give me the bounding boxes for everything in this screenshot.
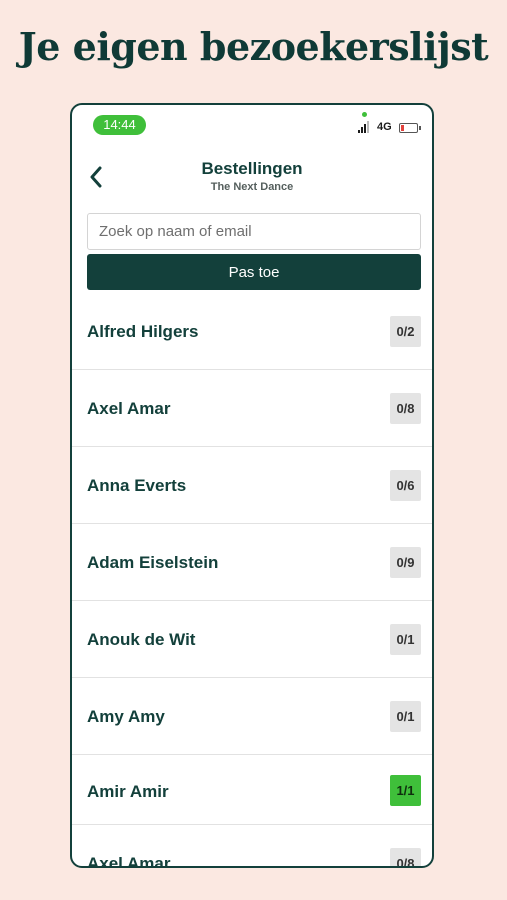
ticket-count-badge: 0/6 [390, 470, 421, 501]
order-list: Alfred Hilgers 0/2 Axel Amar 0/8 Anna Ev… [72, 293, 432, 868]
page-subtitle: The Next Dance [210, 181, 294, 193]
status-bar: 14:44 4G [72, 105, 432, 145]
headline: Je eigen bezoekerslijst [18, 24, 489, 69]
customer-name: Alfred Hilgers [87, 322, 199, 341]
list-item[interactable]: Amy Amy 0/1 [72, 678, 432, 755]
ticket-count-badge: 0/1 [390, 624, 421, 655]
apply-button[interactable]: Pas toe [87, 254, 421, 290]
nav-bar: Bestellingen The Next Dance [72, 153, 432, 199]
list-item[interactable]: Alfred Hilgers 0/2 [72, 293, 432, 370]
customer-name: Adam Eiselstein [87, 553, 219, 572]
phone-frame: 14:44 4G Bestellingen The Next Dance Pas… [70, 103, 434, 868]
battery-icon [399, 123, 421, 133]
network-type: 4G [377, 121, 392, 133]
ticket-count-badge: 0/2 [390, 316, 421, 347]
search-input[interactable] [87, 213, 421, 250]
list-item[interactable]: Adam Eiselstein 0/9 [72, 524, 432, 601]
ticket-count-badge: 0/8 [390, 848, 421, 866]
ticket-count-badge: 0/8 [390, 393, 421, 424]
list-item[interactable]: Amir Amir 1/1 [72, 755, 432, 825]
list-item[interactable]: Axel Amar 0/8 [72, 370, 432, 447]
customer-name: Amir Amir [87, 782, 169, 801]
customer-name: Axel Amar [87, 399, 171, 418]
customer-name: Anouk de Wit [87, 630, 196, 649]
ticket-count-badge: 1/1 [390, 775, 421, 806]
list-item[interactable]: Anouk de Wit 0/1 [72, 601, 432, 678]
ticket-count-badge: 0/9 [390, 547, 421, 578]
customer-name: Axel Amar [87, 854, 171, 868]
camera-indicator-icon [362, 112, 367, 117]
signal-icon [358, 121, 372, 133]
customer-name: Amy Amy [87, 707, 165, 726]
customer-name: Anna Everts [87, 476, 187, 495]
status-time: 14:44 [93, 115, 146, 135]
list-item[interactable]: Axel Amar 0/8 [72, 825, 432, 868]
list-item[interactable]: Anna Everts 0/6 [72, 447, 432, 524]
ticket-count-badge: 0/1 [390, 701, 421, 732]
page-title: Bestellingen [201, 159, 303, 178]
